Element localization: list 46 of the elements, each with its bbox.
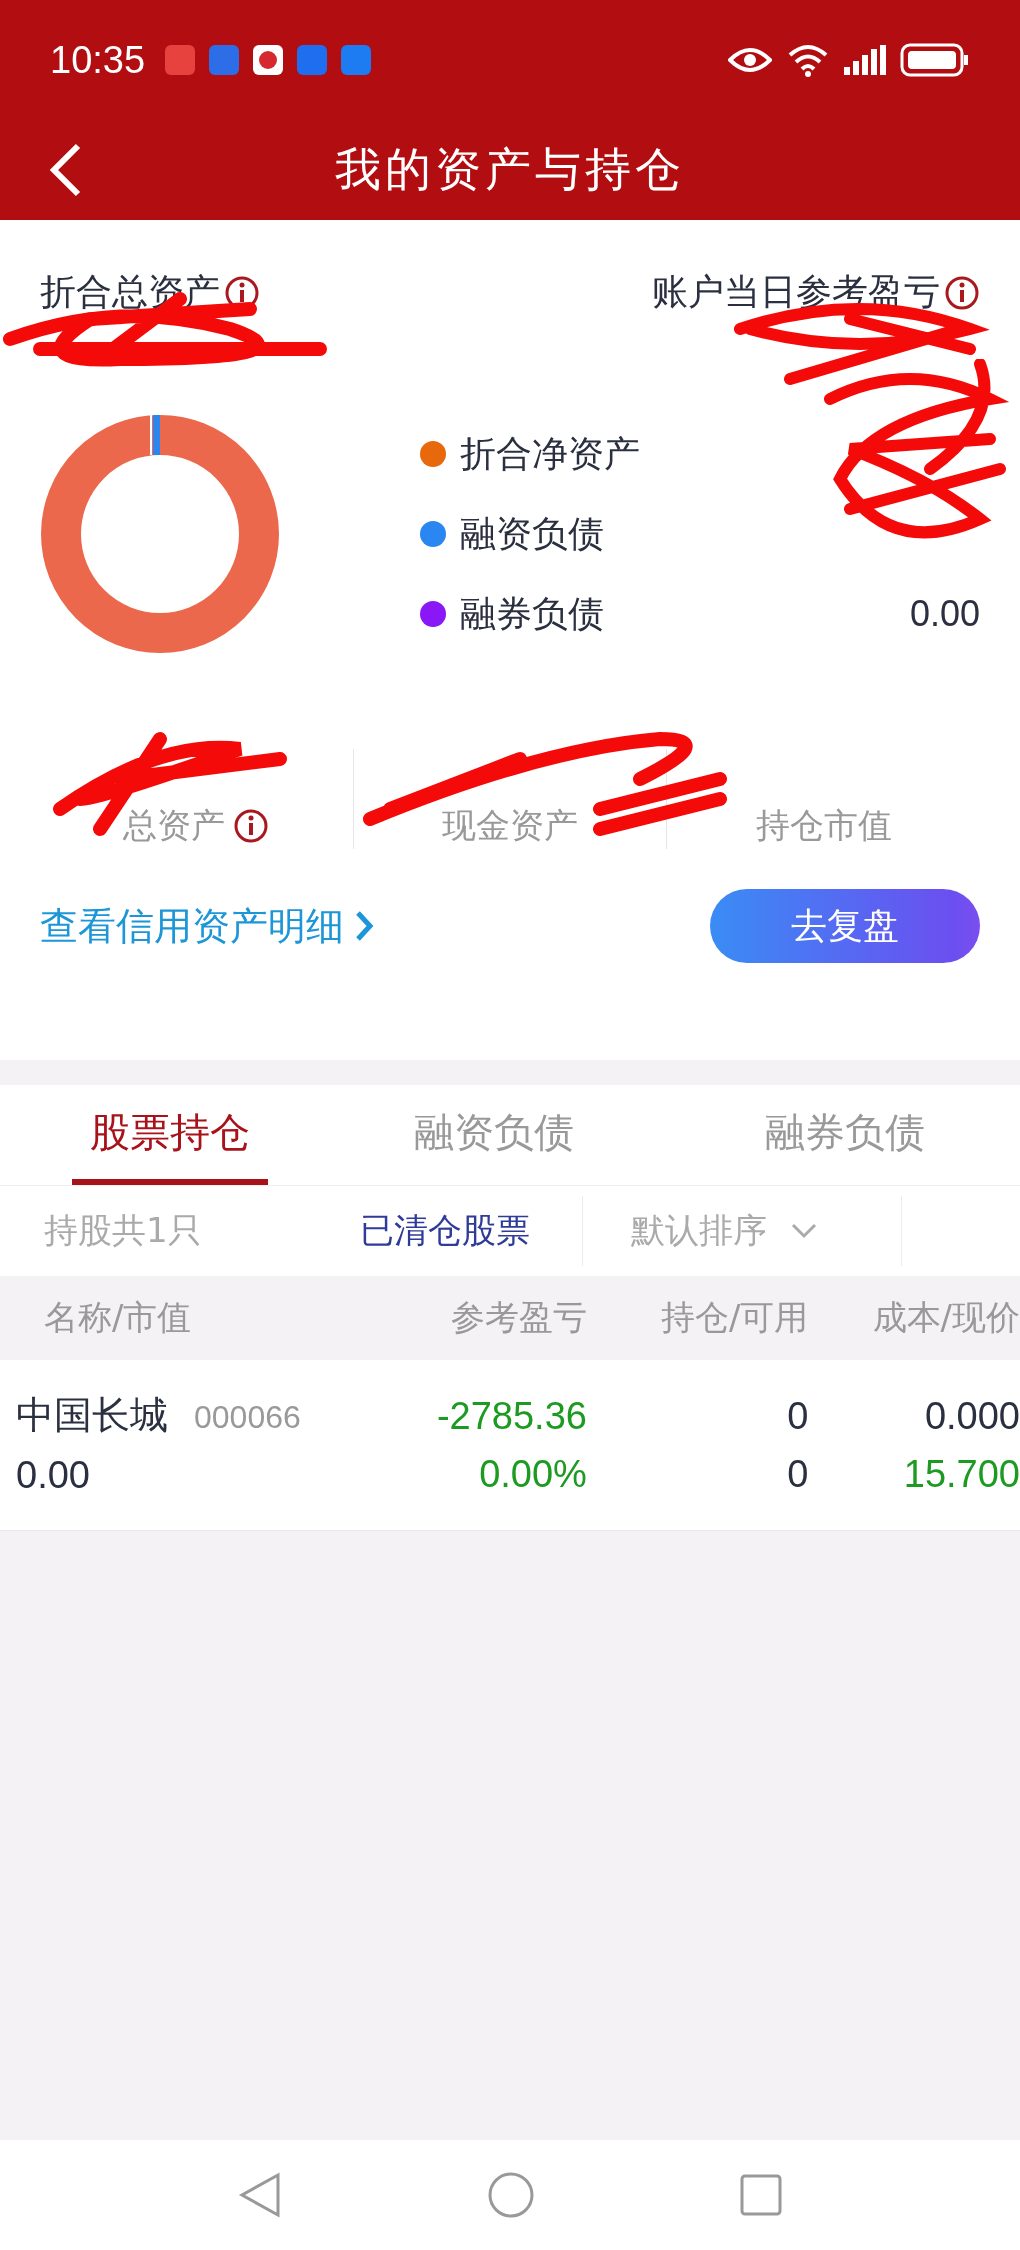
stock-code: 000066 [194,1398,301,1437]
holdings-tab[interactable]: 融资负债 [318,1085,669,1185]
market-value: 0.00 [16,1453,91,1498]
pnl-value: -2785.36 [436,1394,587,1439]
position-value: 0 [787,1394,809,1439]
home-nav-icon[interactable] [487,2171,535,2219]
stat-label: 总资产 [123,804,226,847]
app-notification-icon [297,45,328,75]
legend-label: 融资负债 [460,511,604,556]
holdings-tab[interactable]: 融券负债 [669,1085,1020,1185]
info-icon[interactable] [944,274,980,311]
stat-label: 现金资产 [442,804,578,847]
chevron-down-icon [791,1223,817,1239]
page-title: 我的资产与持仓 [335,141,685,198]
cleared-stocks-link[interactable]: 已清仓股票 [360,1196,583,1266]
app-notification-icon [209,45,240,75]
status-time: 10:35 [50,38,146,82]
wifi-icon [786,43,830,77]
holding-count: 持股共1只 [43,1209,203,1252]
app-notification-icon [165,45,196,75]
column-header: 成本/现价 [871,1296,1020,1339]
legend-label: 折合净资产 [460,431,640,476]
price-value: 15.700 [903,1452,1020,1497]
available-value: 0 [787,1452,809,1497]
credit-detail-link[interactable]: 查看信用资产明细 [40,900,374,952]
legend-value: 0.00 [909,593,980,635]
pnl-percent: 0.00% [479,1452,587,1497]
battery-icon [900,43,970,77]
column-header: 持仓/可用 [660,1296,809,1339]
info-icon[interactable] [233,808,270,844]
signal-icon [844,45,886,75]
app-notification-icon [341,45,372,75]
chevron-right-icon [354,909,374,943]
eye-icon [728,46,772,74]
column-header: 名称/市值 [43,1296,193,1339]
back-icon[interactable] [48,142,82,198]
back-nav-icon[interactable] [238,2171,282,2219]
stock-name: 中国长城 [16,1392,168,1439]
legend-label: 融券负债 [460,591,604,636]
sort-dropdown[interactable]: 默认排序 [583,1196,902,1266]
app-notification-icon [253,45,284,75]
recents-nav-icon[interactable] [740,2174,782,2216]
cost-value: 0.000 [924,1394,1020,1439]
stat-label: 持仓市值 [755,804,892,847]
column-header: 参考盈亏 [450,1296,588,1339]
review-button[interactable]: 去复盘 [710,889,980,963]
